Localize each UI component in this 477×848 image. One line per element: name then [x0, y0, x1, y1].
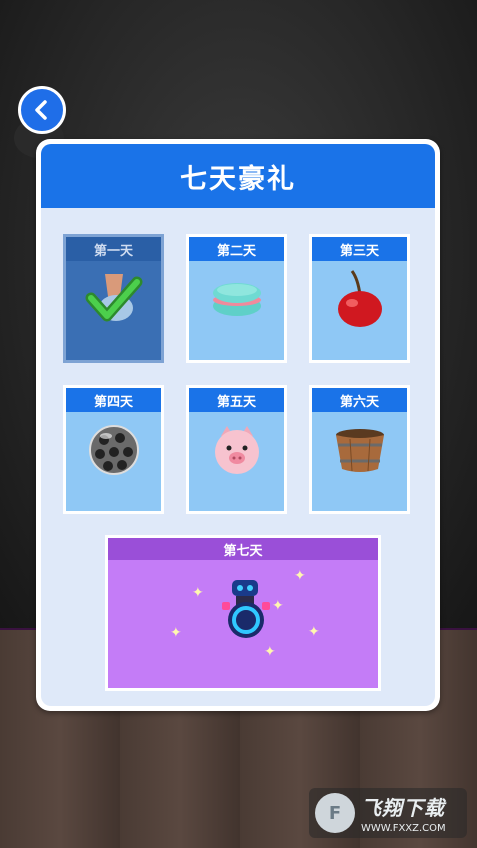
seven-day-gift-dialog: 七天豪礼 第一天 第二天 第三天 第四天 第五天 第六天 第七天 ✦ ✦ ✦ ✦… — [36, 139, 440, 711]
back-button[interactable] — [18, 86, 66, 134]
day-card-label: 第一天 — [66, 237, 161, 261]
day-card-2[interactable]: 第二天 — [186, 234, 287, 363]
sparkle-icon: ✦ — [192, 585, 204, 601]
day-card-label: 第二天 — [189, 237, 284, 261]
day-card-1[interactable]: 第一天 — [63, 234, 164, 363]
day-card-3[interactable]: 第三天 — [309, 234, 410, 363]
day-card-label: 第四天 — [66, 388, 161, 412]
ice-cream-icon — [79, 264, 149, 338]
watermark-url: WWW.FXXZ.COM — [361, 823, 446, 834]
watermark-title: 飞翔下载 — [361, 796, 445, 820]
macaron-icon — [207, 274, 267, 328]
watermark-logo: F — [315, 793, 355, 833]
dialog-body: 七天豪礼 第一天 第二天 第三天 第四天 第五天 第六天 第七天 ✦ ✦ ✦ ✦… — [41, 144, 435, 706]
wooden-bucket-icon — [332, 425, 388, 479]
cherry-icon — [330, 267, 390, 335]
dialog-header: 七天豪礼 — [41, 144, 435, 208]
dialog-title: 七天豪礼 — [180, 163, 296, 195]
pig-icon — [209, 422, 265, 482]
day-card-7[interactable]: 第七天 ✦ ✦ ✦ ✦ ✦ ✦ — [105, 535, 381, 691]
robot-icon — [218, 576, 274, 646]
chevron-left-icon — [35, 100, 47, 120]
sparkle-icon: ✦ — [170, 625, 182, 641]
day-card-4[interactable]: 第四天 — [63, 385, 164, 514]
day-card-label: 第七天 — [108, 538, 378, 560]
day-card-label: 第五天 — [189, 388, 284, 412]
metal-ball-icon — [86, 422, 142, 482]
sparkle-icon: ✦ — [264, 644, 276, 660]
day-card-label: 第六天 — [312, 388, 407, 412]
day-card-5[interactable]: 第五天 — [186, 385, 287, 514]
sparkle-icon: ✦ — [308, 624, 320, 640]
watermark: F 飞翔下载 WWW.FXXZ.COM — [309, 788, 467, 838]
sparkle-icon: ✦ — [294, 568, 306, 584]
day-card-6[interactable]: 第六天 — [309, 385, 410, 514]
day-card-label: 第三天 — [312, 237, 407, 261]
